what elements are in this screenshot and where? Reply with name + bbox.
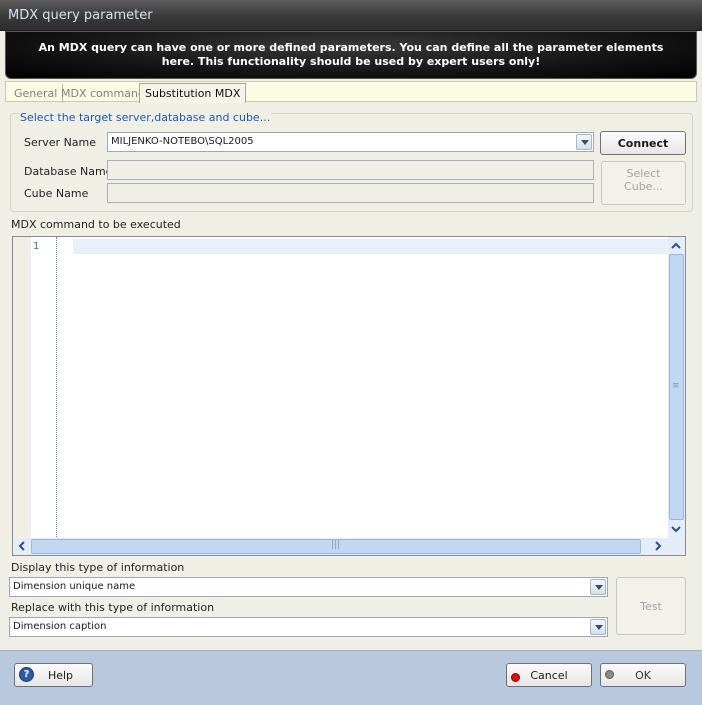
vertical-grip-icon: ≡ — [672, 381, 680, 391]
server-dropdown-arrow-icon[interactable] — [576, 134, 592, 150]
target-group-title: Select the target server,database and cu… — [19, 111, 272, 124]
cube-name-field — [107, 183, 594, 203]
display-type-value: Dimension unique name — [13, 581, 136, 592]
select-cube-button: Select Cube... — [601, 161, 686, 205]
window-title: MDX query parameter — [8, 8, 153, 23]
vertical-scrollbar[interactable]: ≡ — [668, 237, 685, 539]
ok-button[interactable]: OK — [600, 663, 686, 687]
display-dropdown-arrow-icon[interactable] — [590, 579, 606, 595]
mdx-command-label: MDX command to be executed — [11, 218, 181, 231]
warning-banner: An MDX query can have one or more define… — [5, 31, 697, 79]
display-type-label: Display this type of information — [11, 561, 185, 574]
replace-type-label: Replace with this type of information — [11, 601, 215, 614]
mdx-editor[interactable]: 1 ≡ ||| — [12, 236, 686, 556]
ok-label: OK — [635, 669, 651, 682]
help-button[interactable]: ? Help — [14, 663, 93, 687]
current-line-highlight[interactable] — [73, 239, 669, 254]
help-icon: ? — [19, 667, 34, 682]
cube-name-label: Cube Name — [24, 187, 89, 200]
help-label: Help — [47, 669, 74, 682]
replace-type-value: Dimension caption — [13, 621, 107, 632]
horizontal-grip-icon: ||| — [331, 540, 341, 550]
scroll-up-icon[interactable] — [669, 239, 683, 253]
tab-substitution-mdx[interactable]: Substitution MDX — [139, 83, 247, 103]
test-button: Test — [616, 577, 686, 635]
dialog-footer: ? Help Cancel OK — [0, 650, 702, 705]
red-dot-icon — [511, 673, 520, 682]
connect-button[interactable]: Connect — [600, 131, 686, 155]
horizontal-scrollbar[interactable]: ||| — [13, 538, 685, 555]
gray-dot-icon — [605, 670, 614, 679]
title-bar: MDX query parameter — [0, 0, 702, 31]
line-number: 1 — [33, 241, 40, 252]
server-name-label: Server Name — [24, 136, 97, 149]
editor-margin — [13, 237, 31, 539]
display-type-combo[interactable]: Dimension unique name — [9, 577, 608, 597]
replace-dropdown-arrow-icon[interactable] — [590, 619, 606, 635]
cancel-button[interactable]: Cancel — [506, 663, 592, 687]
tab-strip: General MDX command Substitution MDX — [5, 81, 697, 103]
banner-message: An MDX query can have one or more define… — [38, 41, 664, 68]
server-name-value: MILJENKO-NOTEBO\SQL2005 — [111, 136, 254, 147]
database-name-label: Database Name — [24, 165, 113, 178]
tab-mdx-command[interactable]: MDX command — [56, 84, 150, 103]
cancel-label: Cancel — [530, 669, 568, 682]
scroll-right-icon[interactable] — [651, 539, 665, 553]
replace-type-combo[interactable]: Dimension caption — [9, 617, 608, 637]
editor-gutter: 1 — [13, 237, 57, 539]
database-name-field — [107, 160, 594, 180]
scroll-down-icon[interactable] — [669, 522, 683, 536]
server-name-combo[interactable]: MILJENKO-NOTEBO\SQL2005 — [107, 132, 594, 152]
scroll-left-icon[interactable] — [15, 539, 29, 553]
